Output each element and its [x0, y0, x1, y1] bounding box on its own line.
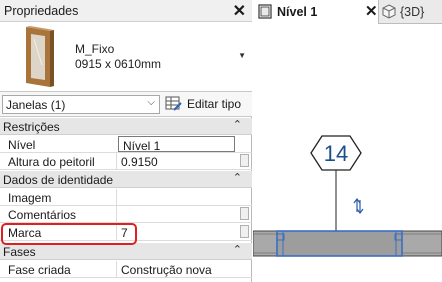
property-value: Construção nova — [121, 263, 212, 277]
collapse-icon[interactable]: ⌃ — [233, 243, 242, 256]
imagem-value[interactable] — [116, 189, 235, 205]
property-row-fase-criada[interactable]: Fase criada Construção nova — [0, 261, 252, 278]
collapse-icon[interactable]: ⌃ — [233, 118, 242, 131]
group-dados-identidade[interactable]: Dados de identidade ⌃ — [0, 171, 252, 188]
property-name: Comentários — [8, 208, 77, 222]
tab-3d[interactable]: {3D} — [380, 0, 442, 24]
group-fases[interactable]: Fases ⌃ — [0, 243, 252, 260]
comentarios-value[interactable] — [116, 206, 235, 222]
properties-title: Propriedades — [4, 4, 79, 18]
tab-label: {3D} — [400, 5, 425, 19]
fase-criada-value[interactable]: Construção nova — [116, 261, 235, 277]
value-browse-button[interactable] — [240, 154, 249, 167]
instance-row: Janelas (1) ⌵ Editar tipo — [0, 92, 252, 117]
tab-label: Nível 1 — [277, 5, 318, 19]
type-name: M_Fixo 0915 x 0610mm — [75, 42, 161, 72]
value-browse-button[interactable] — [240, 207, 249, 220]
view-tabs: Nível 1 ✕ {3D} — [253, 0, 442, 24]
floor-plan-icon — [258, 4, 272, 19]
instance-filter-value: Janelas (1) — [6, 98, 66, 112]
window-tag-number: 14 — [324, 141, 348, 166]
highlight-marca-annotation — [1, 223, 137, 245]
flip-arrows-icon[interactable] — [353, 198, 364, 214]
collapse-icon[interactable]: ⌃ — [233, 171, 242, 184]
property-row-altura-peitoril[interactable]: Altura do peitoril 0.9150 — [0, 153, 252, 170]
chevron-down-icon[interactable]: ▼ — [238, 51, 246, 60]
property-row-imagem[interactable]: Imagem — [0, 189, 252, 206]
properties-palette: Propriedades ✕ M_Fixo 0915 x 0610mm ▼ Ja… — [0, 0, 252, 282]
altura-peitoril-value[interactable]: 0.9150 — [116, 153, 235, 169]
property-name: Nível — [8, 138, 36, 152]
close-icon[interactable]: ✕ — [365, 2, 378, 20]
property-row-comentarios[interactable]: Comentários — [0, 206, 252, 223]
value-browse-button[interactable] — [240, 225, 249, 238]
cube-3d-icon — [382, 4, 396, 19]
type-size: 0915 x 0610mm — [75, 57, 162, 71]
nivel-value-field[interactable]: Nível 1 — [118, 136, 235, 153]
properties-grid: Restrições ⌃ Nível Nível 1 Altura do pei… — [0, 118, 252, 282]
selected-window[interactable] — [276, 230, 403, 257]
type-family: M_Fixo — [75, 42, 115, 56]
property-value: Nível 1 — [123, 139, 161, 153]
edit-type-label: Editar tipo — [187, 97, 242, 111]
property-name: Altura do peitoril — [8, 155, 95, 169]
edit-type-icon — [165, 96, 182, 111]
group-label: Dados de identidade — [3, 173, 114, 187]
plan-canvas[interactable]: 14 — [253, 24, 442, 282]
group-label: Restrições — [3, 120, 60, 134]
edit-type-button[interactable]: Editar tipo — [165, 95, 250, 114]
type-selector[interactable]: M_Fixo 0915 x 0610mm ▼ — [0, 22, 252, 92]
drawing-view: Nível 1 ✕ {3D} 14 — [253, 0, 442, 282]
group-label: Fases — [3, 245, 36, 259]
property-name: Imagem — [8, 191, 52, 205]
window-thumbnail-icon — [26, 26, 54, 87]
property-name: Fase criada — [8, 263, 71, 277]
instance-filter-dropdown[interactable]: Janelas (1) ⌵ — [2, 95, 160, 114]
group-restricoes[interactable]: Restrições ⌃ — [0, 118, 252, 135]
property-value: 0.9150 — [121, 155, 158, 169]
tab-nivel-1[interactable]: Nível 1 ✕ — [253, 0, 379, 24]
property-row-nivel[interactable]: Nível Nível 1 — [0, 136, 252, 153]
close-icon[interactable]: ✕ — [233, 1, 246, 21]
properties-title-bar: Propriedades ✕ — [0, 0, 252, 22]
chevron-down-icon: ⌵ — [147, 97, 155, 108]
